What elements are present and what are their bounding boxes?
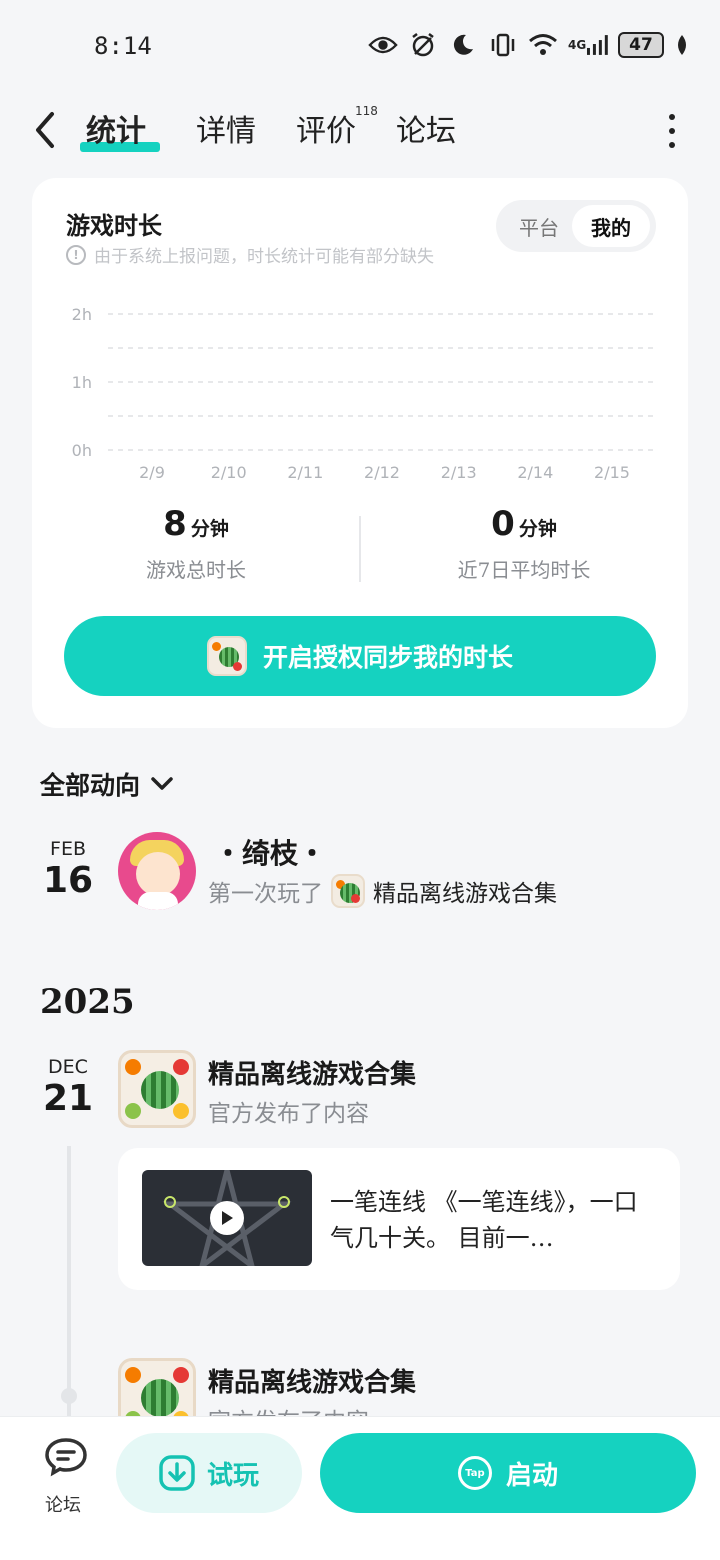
eye-icon — [368, 30, 398, 60]
network-label: 4G — [568, 38, 587, 52]
video-thumbnail[interactable] — [142, 1170, 312, 1266]
status-time: 8:14 — [94, 32, 152, 60]
entry-month: FEB — [50, 838, 86, 860]
x-tick-label: 2/13 — [441, 463, 477, 482]
leaf-icon — [674, 30, 690, 60]
x-tick-label: 2/10 — [211, 463, 247, 482]
user-action-text: 第一次玩了 — [208, 881, 323, 907]
chevron-down-icon — [151, 777, 173, 790]
user-name[interactable]: ・绮枝・ — [214, 832, 326, 872]
total-playtime-label: 游戏总时长 — [146, 558, 246, 582]
activity-filter-dropdown[interactable]: 全部动向 — [40, 766, 174, 802]
card-note: ! 由于系统上报问题，时长统计可能有部分缺失 — [66, 242, 434, 267]
vibrate-icon — [488, 30, 518, 60]
tab-reviews[interactable]: 评价 — [296, 106, 356, 150]
status-icons: 4G 47 — [368, 30, 690, 60]
x-tick-label: 2/14 — [517, 463, 553, 482]
forum-button[interactable]: 论坛 — [36, 1437, 90, 1517]
x-tick-label: 2/12 — [364, 463, 400, 482]
avatar[interactable] — [118, 832, 196, 910]
battery-icon: 47 — [618, 32, 664, 58]
y-tick-label: 2h — [72, 305, 92, 324]
launch-button[interactable]: Tap 启动 — [320, 1433, 696, 1513]
post-card[interactable]: 一笔连线 《一笔连线》，一口气几十关。 目前一… — [118, 1148, 680, 1290]
post-day: 21 — [42, 1078, 94, 1119]
post-title[interactable]: 精品离线游戏合集 — [208, 1362, 416, 1399]
forum-icon — [44, 1438, 87, 1477]
avg-playtime-label: 近7日平均时长 — [457, 558, 591, 582]
total-playtime-value: 8 — [163, 504, 187, 544]
trial-button[interactable]: 试玩 — [116, 1433, 302, 1513]
info-icon: ! — [66, 244, 86, 265]
game-icon — [206, 636, 247, 676]
sync-button-label: 开启授权同步我的时长 — [262, 643, 513, 672]
x-tick-label: 2/9 — [139, 463, 165, 482]
moon-icon — [448, 30, 478, 60]
playtime-card: 游戏时长 ! 由于系统上报问题，时长统计可能有部分缺失 平台 我的 2h 1h 0h… — [32, 178, 688, 728]
playtime-chart: 2h 1h 0h 2/9 2/10 2/11 2/12 2/13 2/14 2/15 — [72, 305, 656, 482]
timeline-line — [67, 1146, 71, 1416]
more-dot-icon — [669, 114, 675, 120]
post-title[interactable]: 精品离线游戏合集 — [208, 1054, 416, 1091]
launch-label: 启动 — [505, 1460, 558, 1491]
post-subtitle: 官方发布了内容 — [208, 1101, 369, 1127]
total-playtime-unit: 分钟 — [190, 518, 229, 540]
x-tick-label: 2/11 — [287, 463, 323, 482]
game-icon[interactable] — [118, 1050, 196, 1128]
more-dot-icon — [669, 128, 675, 134]
forum-label: 论坛 — [45, 1495, 81, 1516]
download-icon — [159, 1455, 195, 1491]
source-toggle: 平台 我的 — [496, 200, 656, 252]
avg-playtime-value: 0 — [491, 504, 515, 544]
status-bar: 8:14 4G 47 — [0, 0, 720, 90]
year-heading: 2025 — [40, 982, 135, 1022]
y-tick-label: 1h — [72, 373, 92, 392]
activity-game-title[interactable]: 精品离线游戏合集 — [373, 874, 557, 908]
more-dot-icon — [669, 142, 675, 148]
more-options-button[interactable] — [660, 114, 684, 148]
signal-icon: 4G — [568, 30, 608, 60]
chevron-left-icon — [36, 112, 54, 148]
bottom-action-bar: 论坛 试玩 Tap 启动 — [0, 1416, 720, 1560]
toggle-mine[interactable]: 我的 — [572, 205, 650, 247]
entry-day: 16 — [42, 860, 94, 901]
user-activity: 第一次玩了 精品离线游戏合集 — [208, 874, 557, 908]
timeline-dot — [61, 1388, 77, 1404]
top-nav: 统计 详情 评价 118 论坛 — [0, 96, 720, 166]
post-content: 一笔连线 《一笔连线》，一口气几十关。 目前一… — [330, 1188, 638, 1252]
avg-playtime: 0 分钟 近7日平均时长 — [360, 504, 688, 583]
total-playtime: 8 分钟 游戏总时长 — [32, 504, 360, 583]
sync-playtime-button[interactable]: 开启授权同步我的时长 — [64, 616, 656, 696]
activity-filter-label: 全部动向 — [40, 771, 141, 800]
alarm-icon — [408, 30, 438, 60]
x-tick-label: 2/15 — [594, 463, 630, 482]
back-button[interactable] — [30, 110, 64, 150]
avg-playtime-unit: 分钟 — [518, 518, 557, 540]
post-month: DEC — [48, 1056, 88, 1078]
tab-forum[interactable]: 论坛 — [396, 106, 456, 150]
card-note-text: 由于系统上报问题，时长统计可能有部分缺失 — [94, 247, 434, 267]
taptap-logo-icon: Tap — [457, 1456, 492, 1490]
review-count-badge: 118 — [355, 104, 378, 118]
card-title: 游戏时长 — [66, 211, 162, 240]
trial-label: 试玩 — [206, 1460, 259, 1491]
y-tick-label: 0h — [72, 441, 92, 460]
wifi-icon — [528, 30, 558, 60]
playtime-summary: 8 分钟 游戏总时长 0 分钟 近7日平均时长 — [32, 504, 688, 594]
tab-stats[interactable]: 统计 — [86, 106, 146, 150]
tab-details[interactable]: 详情 — [196, 106, 256, 150]
play-icon[interactable] — [210, 1201, 244, 1235]
toggle-platform[interactable]: 平台 — [504, 205, 574, 247]
game-icon — [331, 874, 365, 908]
